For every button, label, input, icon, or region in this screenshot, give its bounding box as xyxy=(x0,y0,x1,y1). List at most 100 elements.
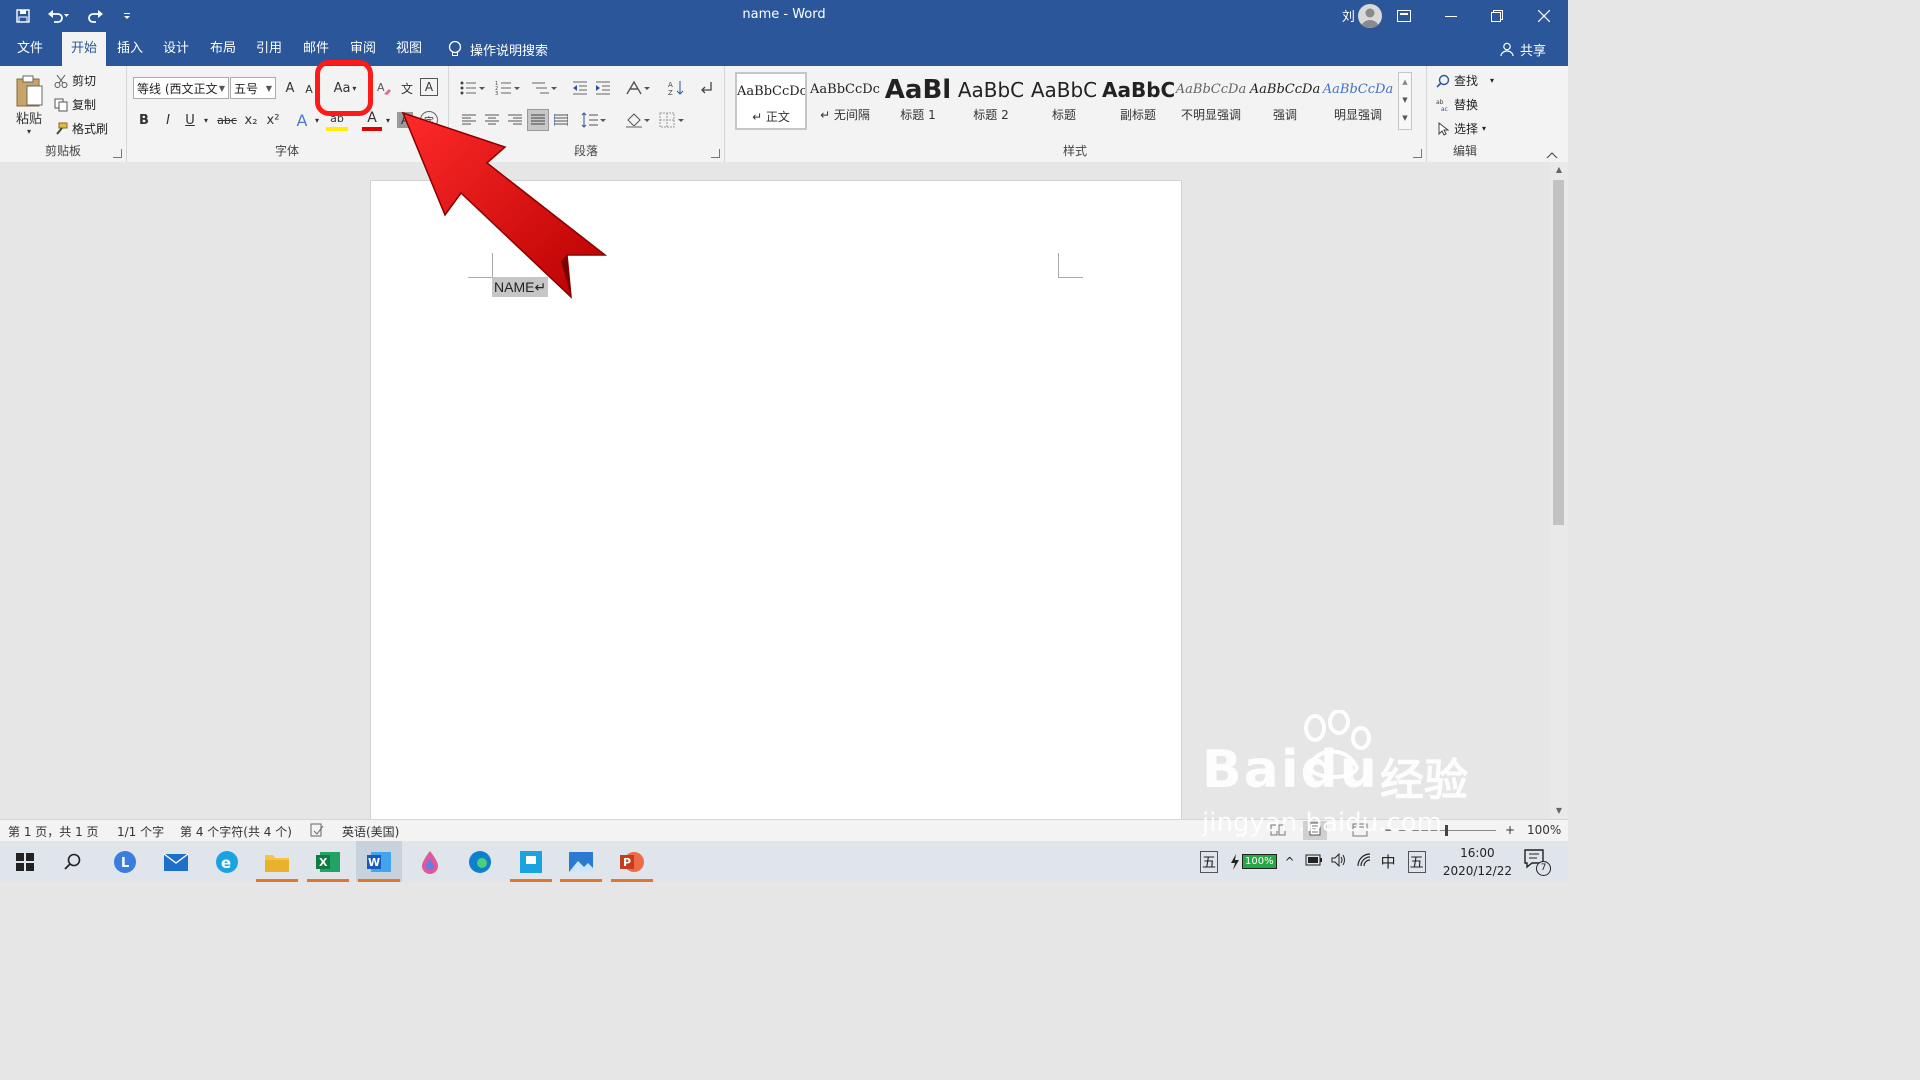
clear-formatting-button[interactable]: A xyxy=(374,78,394,98)
tab-design[interactable]: 设计 xyxy=(154,32,198,66)
show-hide-marks-button[interactable] xyxy=(695,77,717,99)
bullets-button[interactable] xyxy=(458,77,488,99)
tab-view[interactable]: 视图 xyxy=(387,32,431,66)
cut-button[interactable]: 剪切 xyxy=(54,72,96,89)
zoom-level[interactable]: 100% xyxy=(1527,823,1561,837)
battery-indicator[interactable]: 100% xyxy=(1230,853,1277,870)
taskbar-file-explorer[interactable] xyxy=(254,841,300,882)
styles-scroll-down[interactable]: ▼ xyxy=(1399,91,1411,109)
ime-mode-1[interactable]: 五 xyxy=(1200,850,1218,873)
underline-button[interactable]: U xyxy=(181,109,199,131)
page-count[interactable]: 第 1 页，共 1 页 xyxy=(8,823,99,840)
phonetic-guide-button[interactable]: 文 xyxy=(397,78,417,98)
avatar[interactable] xyxy=(1358,4,1382,28)
tab-insert[interactable]: 插入 xyxy=(108,32,152,66)
text-effects-button[interactable]: A xyxy=(292,109,312,131)
format-painter-button[interactable]: 格式刷 xyxy=(54,120,108,137)
taskbar-photos[interactable] xyxy=(558,841,604,882)
italic-button[interactable]: I xyxy=(158,109,178,131)
find-button[interactable]: 查找 ▾ xyxy=(1436,72,1494,89)
language-indicator[interactable]: 英语(美国) xyxy=(342,823,399,840)
styles-scroll-up[interactable]: ▲ xyxy=(1399,73,1411,91)
taskbar-edge[interactable] xyxy=(457,841,503,882)
battery-icon[interactable] xyxy=(1305,854,1323,869)
tab-file[interactable]: 文件 xyxy=(8,32,52,66)
select-button[interactable]: 选择 ▾ xyxy=(1436,120,1486,137)
tray-overflow-chevron-icon[interactable]: ^ xyxy=(1285,855,1295,869)
tab-references[interactable]: 引用 xyxy=(247,32,291,66)
paste-button[interactable]: 粘贴 ▾ xyxy=(10,72,48,138)
redo-button[interactable] xyxy=(82,3,108,29)
strikethrough-button[interactable]: abc xyxy=(214,109,240,131)
style-subtitle[interactable]: AaBbC 副标题 xyxy=(1102,72,1174,130)
decrease-indent-button[interactable] xyxy=(569,77,591,99)
grow-font-button[interactable]: A xyxy=(281,78,299,98)
collapse-ribbon-button[interactable] xyxy=(1546,148,1560,160)
taskbar-paint-app[interactable] xyxy=(407,841,453,882)
style-heading-2[interactable]: AaBbC 标题 2 xyxy=(955,72,1027,130)
taskbar-ie[interactable]: e xyxy=(204,841,250,882)
font-color-dropdown[interactable]: ▾ xyxy=(383,109,393,131)
font-size-combo[interactable]: 五号 ▼ xyxy=(230,77,276,99)
superscript-button[interactable]: x² xyxy=(263,109,283,131)
restore-button[interactable] xyxy=(1474,0,1520,32)
wifi-icon[interactable] xyxy=(1357,853,1373,870)
taskbar-word[interactable]: W xyxy=(356,841,402,882)
replace-button[interactable]: ab ac 替换 xyxy=(1436,96,1478,113)
styles-dialog-launcher[interactable] xyxy=(1413,149,1422,158)
input-language[interactable]: 中 xyxy=(1381,851,1396,872)
share-button[interactable]: 共享 xyxy=(1500,32,1546,66)
customize-qat-button[interactable] xyxy=(114,3,140,29)
style-subtle-emphasis[interactable]: AaBbCcDa 不明显强调 xyxy=(1175,72,1247,130)
multilevel-list-button[interactable] xyxy=(529,77,559,99)
shading-button[interactable] xyxy=(623,109,653,131)
close-button[interactable] xyxy=(1521,0,1567,32)
subscript-button[interactable]: x₂ xyxy=(241,109,261,131)
start-button[interactable] xyxy=(2,841,48,882)
minimize-button[interactable] xyxy=(1428,0,1474,32)
action-center-button[interactable]: 7 xyxy=(1524,849,1551,876)
taskbar-powerpoint[interactable]: P xyxy=(609,841,655,882)
font-name-combo[interactable]: 等线 (西文正文 ▼ xyxy=(133,77,229,99)
underline-dropdown[interactable]: ▾ xyxy=(201,109,211,131)
save-button[interactable] xyxy=(10,3,36,29)
scroll-thumb[interactable] xyxy=(1553,180,1564,525)
copy-button[interactable]: 复制 xyxy=(54,96,96,113)
scroll-up-button[interactable]: ▲ xyxy=(1550,162,1568,178)
taskbar-search-button[interactable] xyxy=(50,841,96,882)
style-title[interactable]: AaBbC 标题 xyxy=(1028,72,1100,130)
sort-button[interactable]: AZ xyxy=(665,77,687,99)
character-border-button[interactable]: A xyxy=(420,78,438,96)
character-count[interactable]: 第 4 个字符(共 4 个) xyxy=(180,823,292,840)
taskbar-app-l[interactable]: L xyxy=(102,841,148,882)
style-heading-1[interactable]: AaBl 标题 1 xyxy=(882,72,954,130)
word-count[interactable]: 1/1 个字 xyxy=(117,823,164,840)
zoom-in-button[interactable]: + xyxy=(1505,823,1515,837)
numbering-button[interactable]: 123 xyxy=(493,77,523,99)
style-no-spacing[interactable]: AaBbCcDc ↵ 无间隔 xyxy=(809,72,881,130)
style-normal[interactable]: AaBbCcDc ↵ 正文 xyxy=(735,72,807,130)
style-emphasis[interactable]: AaBbCcDa 强调 xyxy=(1249,72,1321,130)
proofing-icon[interactable] xyxy=(310,823,324,840)
tell-me-search[interactable]: 操作说明搜索 xyxy=(448,32,548,66)
increase-indent-button[interactable] xyxy=(592,77,614,99)
taskbar-mail[interactable] xyxy=(153,841,199,882)
borders-button[interactable] xyxy=(657,109,687,131)
undo-button[interactable] xyxy=(42,3,76,29)
bold-button[interactable]: B xyxy=(134,109,154,131)
styles-more[interactable]: ▼ xyxy=(1399,109,1411,127)
tab-layout[interactable]: 布局 xyxy=(201,32,245,66)
taskbar-excel[interactable]: X xyxy=(305,841,351,882)
volume-icon[interactable] xyxy=(1331,852,1347,870)
tab-home[interactable]: 开始 xyxy=(62,32,106,66)
shrink-font-button[interactable]: A xyxy=(302,80,316,98)
clipboard-dialog-launcher[interactable] xyxy=(113,149,122,158)
scroll-down-button[interactable]: ▼ xyxy=(1550,803,1568,819)
asian-layout-button[interactable] xyxy=(623,77,653,99)
style-intense-emphasis[interactable]: AaBbCcDa 明显强调 xyxy=(1322,72,1394,130)
taskbar-app-blue[interactable] xyxy=(508,841,554,882)
ime-mode-2[interactable]: 五 xyxy=(1407,850,1426,873)
paragraph-dialog-launcher[interactable] xyxy=(711,149,720,158)
ribbon-display-options-button[interactable] xyxy=(1381,0,1427,32)
vertical-scrollbar[interactable]: ▲ ▼ xyxy=(1550,162,1568,819)
